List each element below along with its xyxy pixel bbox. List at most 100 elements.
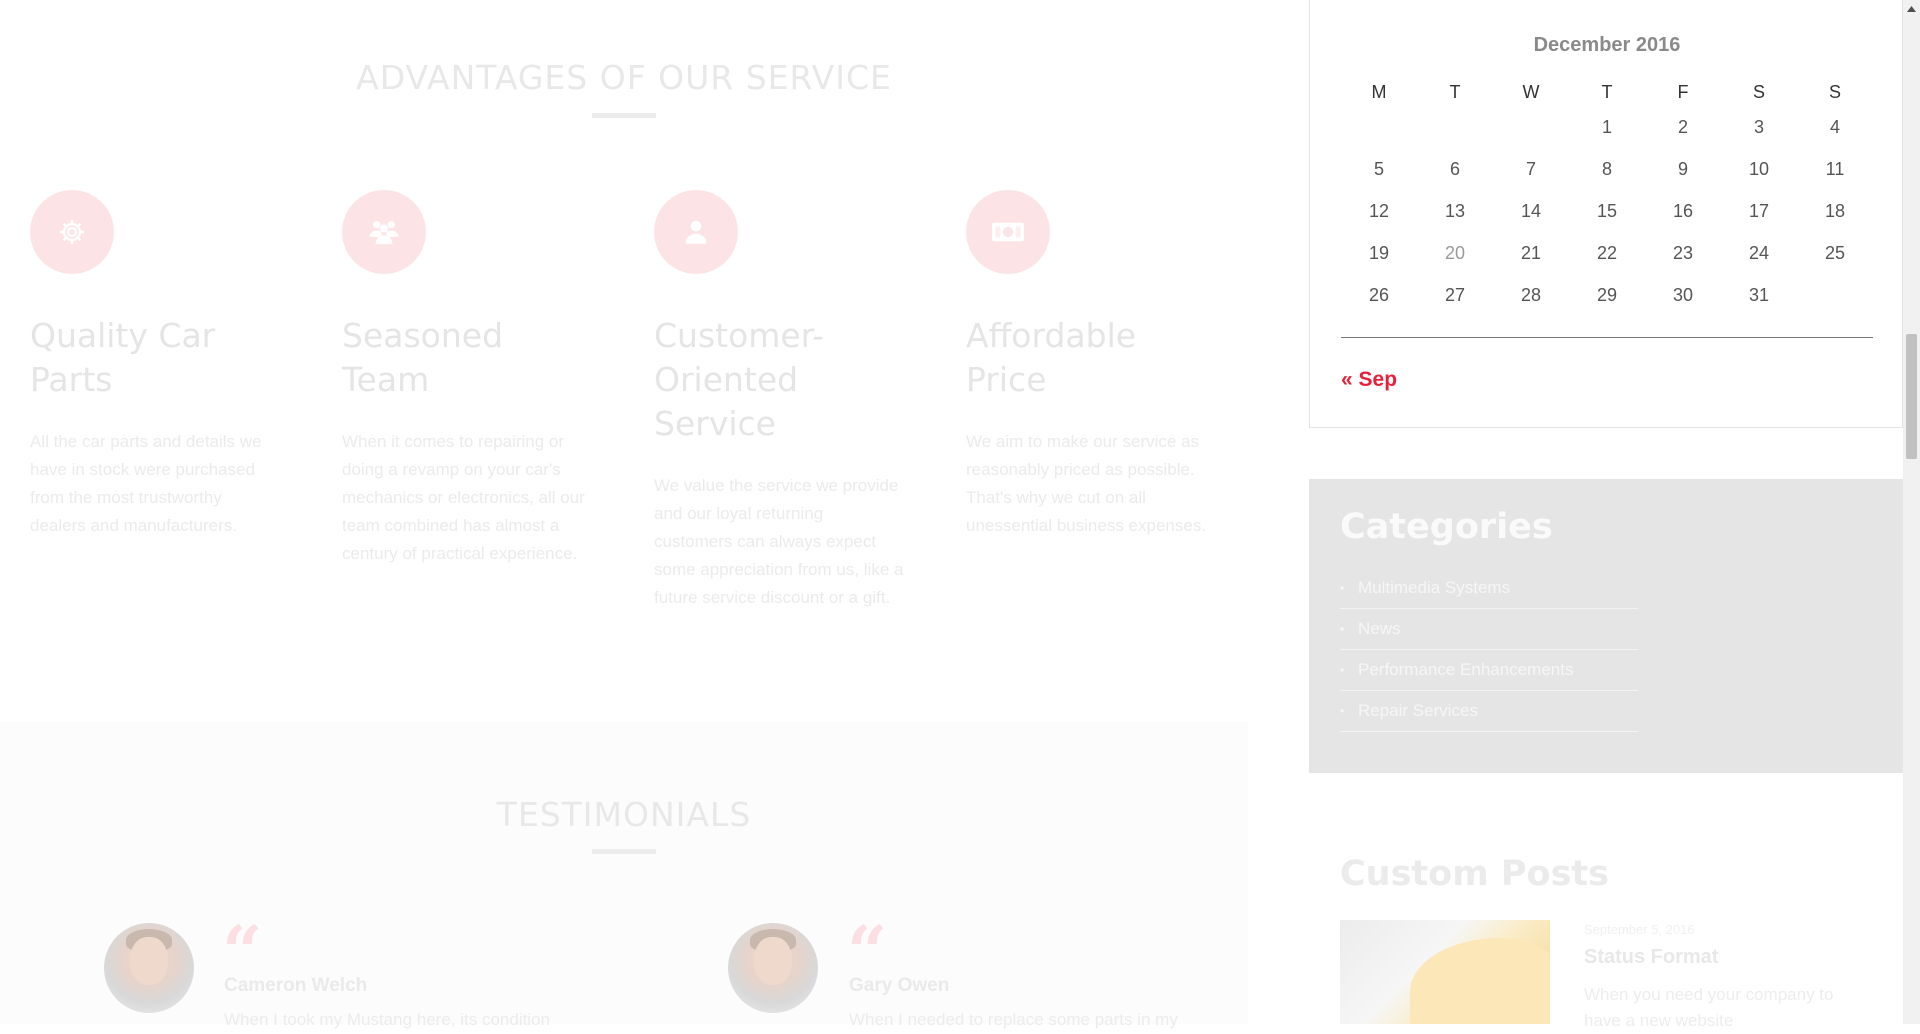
calendar-week-row: 19 20 21 22 23 24 25 [1341,232,1873,274]
quote-icon: “ [222,910,263,993]
scroll-up-arrow-icon[interactable] [1903,0,1920,17]
calendar-day: 5 [1373,158,1384,179]
advantages-title-underline [592,113,656,118]
main-content: ADVANTAGES OF OUR SERVICE Quality Car Pa… [0,0,1248,1029]
categories-list: Multimedia Systems News Performance Enha… [1340,568,1638,732]
testimonials-title: TESTIMONIALS [496,795,752,834]
post-thumbnail[interactable] [1340,920,1550,1024]
testimonial-text: When I needed to replace some parts in m… [849,1010,1178,1029]
calendar-day: 28 [1520,284,1542,305]
calendar-day: 30 [1672,284,1694,305]
calendar-day: 21 [1520,242,1542,263]
calendar-day: 19 [1368,242,1390,263]
category-link-repair-services[interactable]: Repair Services [1340,691,1638,732]
weekday-header: S [1828,81,1841,102]
calendar-day: 2 [1677,116,1688,137]
calendar-day: 16 [1672,200,1694,221]
calendar-day: 25 [1824,242,1846,263]
calendar-day: 22 [1596,242,1618,263]
post-excerpt: When you need your company to have a new… [1584,985,1834,1030]
scrollbar-thumb[interactable] [1906,334,1917,459]
category-link-performance-enhancements[interactable]: Performance Enhancements [1340,650,1638,691]
categories-title: Categories [1340,507,1553,547]
calendar-day: 14 [1520,200,1542,221]
category-link-multimedia-systems[interactable]: Multimedia Systems [1340,568,1638,609]
weekday-header: T [1449,81,1461,102]
calendar-day: 31 [1748,284,1770,305]
page-scrollbar[interactable] [1903,0,1920,1024]
advantage-item-quality-parts: Quality Car Parts All the car parts and … [30,190,280,540]
calendar-day: 6 [1449,158,1460,179]
calendar-day: 18 [1824,200,1846,221]
category-link-news[interactable]: News [1340,609,1638,650]
user-icon [685,220,707,244]
calendar-week-row: 1 2 3 4 [1341,106,1873,148]
advantage-text: When it comes to repairing or doing a re… [342,432,585,563]
advantage-item-customer-service: Customer-Oriented Service We value the s… [654,190,904,612]
testimonials-title-underline [592,849,656,854]
calendar-day: 13 [1444,200,1466,221]
weekday-header: S [1752,81,1765,102]
calendar-week-row: 26 27 28 29 30 31 [1341,274,1873,316]
calendar-day: 26 [1368,284,1390,305]
quote-icon: “ [847,910,888,993]
team-icon [369,221,399,245]
calendar-day: 12 [1368,200,1390,221]
calendar-day: 17 [1748,200,1770,221]
advantage-text: We value the service we provide and our … [654,476,904,607]
calendar-widget: December 2016 M T W T F S S 1 2 3 4 5 6 … [1309,0,1903,428]
avatar [104,923,194,1013]
advantage-title: Affordable Price [966,316,1137,399]
weekday-header: F [1677,81,1689,102]
post-date: September 5, 2016 [1584,922,1695,937]
calendar-day [1341,106,1417,148]
calendar-day: 24 [1748,242,1770,263]
advantage-item-seasoned-team: Seasoned Team When it comes to repairing… [342,190,592,568]
calendar-day: 1 [1601,116,1612,137]
advantage-text: All the car parts and details we have in… [30,432,262,535]
calendar-caption: December 2016 [1533,34,1681,56]
avatar [728,923,818,1013]
calendar-day-today: 20 [1444,242,1466,263]
advantage-icon-circle [30,190,114,274]
advantage-text: We aim to make our service as reasonably… [966,432,1207,535]
advantage-title: Customer-Oriented Service [654,316,825,443]
gear-icon [60,220,84,244]
calendar-day: 10 [1748,158,1770,179]
calendar-prev-month-link[interactable]: « Sep [1341,368,1397,392]
calendar-day: 11 [1825,158,1845,179]
advantages-title: ADVANTAGES OF OUR SERVICE [356,58,892,97]
calendar-divider [1341,337,1873,338]
custom-posts-title: Custom Posts [1340,854,1609,894]
testimonial-name: Gary Owen [849,975,950,996]
calendar-weekday-row: M T W T F S S [1341,78,1873,106]
post-title-link[interactable]: Status Format [1584,946,1718,969]
calendar-day: 8 [1601,158,1612,179]
calendar-week-row: 12 13 14 15 16 17 18 [1341,190,1873,232]
money-icon [992,222,1024,242]
categories-widget: Categories Multimedia Systems News Perfo… [1309,479,1903,773]
testimonial-name: Cameron Welch [224,975,368,996]
testimonial-text: When I took my Mustang here, its conditi… [224,1010,550,1029]
advantage-icon-circle [342,190,426,274]
advantage-title: Quality Car Parts [30,316,216,399]
calendar-day: 9 [1677,158,1688,179]
advantage-item-affordable-price: Affordable Price We aim to make our serv… [966,190,1216,540]
advantage-icon-circle [966,190,1050,274]
advantage-title: Seasoned Team [342,316,504,399]
calendar-table: M T W T F S S 1 2 3 4 5 6 7 8 9 10 11 12… [1341,78,1873,316]
weekday-header: W [1522,81,1540,102]
calendar-day: 29 [1596,284,1618,305]
calendar-day [1493,106,1569,148]
calendar-day: 27 [1444,284,1466,305]
weekday-header: M [1371,81,1387,102]
calendar-day: 7 [1525,158,1536,179]
calendar-day: 4 [1829,116,1840,137]
calendar-day [1417,106,1493,148]
sidebar: December 2016 M T W T F S S 1 2 3 4 5 6 … [1309,0,1903,1030]
advantage-icon-circle [654,190,738,274]
calendar-day: 3 [1753,116,1764,137]
calendar-week-row: 5 6 7 8 9 10 11 [1341,148,1873,190]
weekday-header: T [1601,81,1613,102]
calendar-day: 15 [1596,200,1618,221]
